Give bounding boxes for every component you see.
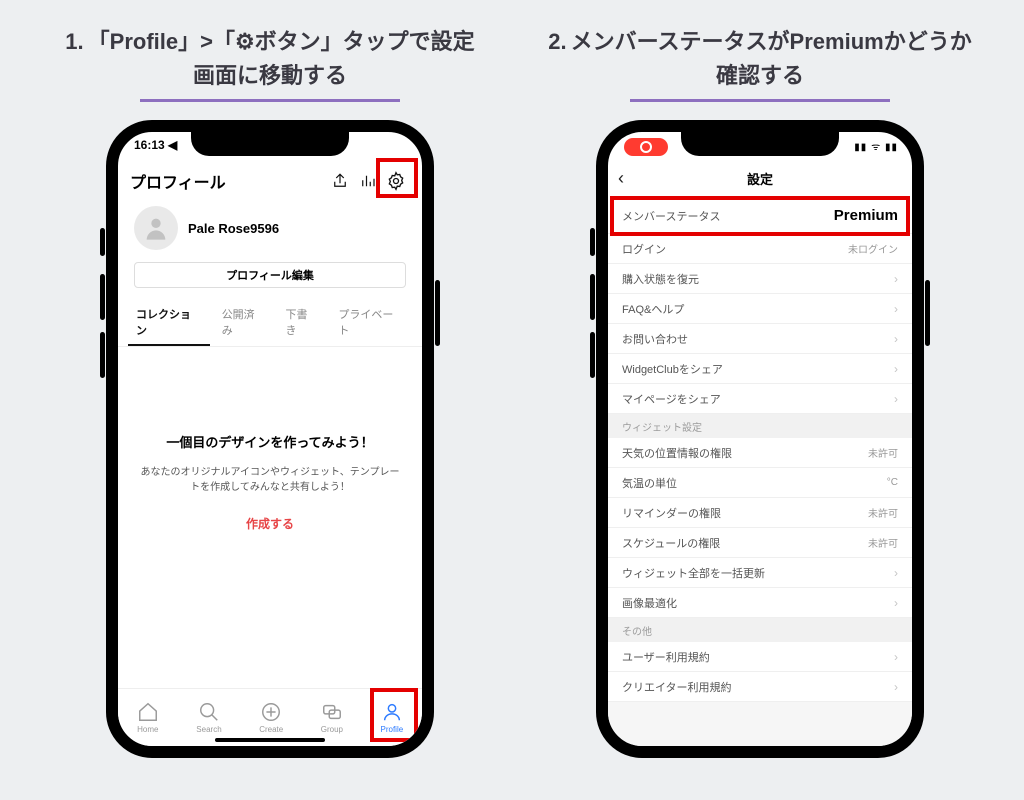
phone2-side-voldown bbox=[590, 332, 595, 378]
tabbar-create[interactable]: Create bbox=[259, 701, 283, 734]
step1-text: 「Profile」>「⚙︎ボタン」タップで設定画面に移動する bbox=[88, 29, 475, 88]
phone1-status-time: 16:13 ◀ bbox=[134, 138, 177, 152]
temp-unit-value: °C bbox=[887, 477, 898, 488]
step1-caption: 1.「Profile」>「⚙︎ボタン」タップで設定画面に移動する bbox=[55, 25, 485, 93]
row-share-wc[interactable]: WidgetClubをシェア › bbox=[608, 354, 912, 384]
weather-loc-label: 天気の位置情報の権限 bbox=[622, 445, 868, 461]
image-opt-label: 画像最適化 bbox=[622, 595, 888, 611]
row-refresh-all[interactable]: ウィジェット全部を一括更新 › bbox=[608, 558, 912, 588]
schedule-label: スケジュールの権限 bbox=[622, 535, 868, 551]
tabbar-home[interactable]: Home bbox=[137, 701, 159, 734]
highlight-profile-tab bbox=[370, 688, 418, 742]
row-creator-terms[interactable]: クリエイター利用規約 › bbox=[608, 672, 912, 702]
row-login[interactable]: ログイン 未ログイン bbox=[608, 234, 912, 264]
step2-underline bbox=[630, 99, 890, 102]
create-button[interactable]: 作成する bbox=[138, 515, 402, 532]
chevron-right-icon: › bbox=[894, 272, 898, 286]
step2-text: メンバーステータスがPremiumかどうか確認する bbox=[571, 29, 972, 88]
recording-indicator bbox=[624, 138, 668, 156]
phone1-side-voldown bbox=[100, 332, 105, 378]
chevron-right-icon: › bbox=[894, 680, 898, 694]
row-contact[interactable]: お問い合わせ › bbox=[608, 324, 912, 354]
row-user-terms[interactable]: ユーザー利用規約 › bbox=[608, 642, 912, 672]
tabbar-create-label: Create bbox=[259, 725, 283, 734]
login-label: ログイン bbox=[622, 241, 848, 257]
phone2-notch bbox=[681, 130, 839, 156]
row-reminder[interactable]: リマインダーの権限 未許可 bbox=[608, 498, 912, 528]
highlight-gear bbox=[376, 158, 418, 198]
phone1-frame: 16:13 ◀ プロフィール Pale Rose9596 プロ bbox=[106, 120, 434, 758]
phone1-side-power bbox=[435, 280, 440, 346]
phone1-home-indicator bbox=[215, 738, 325, 742]
username: Pale Rose9596 bbox=[188, 221, 279, 236]
phone2-side-power bbox=[925, 280, 930, 346]
share-wc-label: WidgetClubをシェア bbox=[622, 361, 888, 377]
reminder-value: 未許可 bbox=[868, 505, 898, 520]
refresh-all-label: ウィジェット全部を一括更新 bbox=[622, 565, 888, 581]
phone1-user-row: Pale Rose9596 bbox=[118, 206, 422, 250]
user-terms-label: ユーザー利用規約 bbox=[622, 649, 888, 665]
phone1-title: プロフィール bbox=[130, 169, 326, 193]
tab-collection[interactable]: コレクション bbox=[128, 300, 210, 346]
row-restore[interactable]: 購入状態を復元 › bbox=[608, 264, 912, 294]
phone1-notch bbox=[191, 130, 349, 156]
tabbar-search-label: Search bbox=[196, 725, 221, 734]
phone2-title: 設定 bbox=[747, 169, 773, 188]
chevron-right-icon: › bbox=[894, 362, 898, 376]
share-icon[interactable] bbox=[326, 167, 354, 195]
section-other: その他 bbox=[608, 618, 912, 642]
highlight-member-status bbox=[610, 196, 910, 236]
phone2-side-volup bbox=[590, 274, 595, 320]
settings-list[interactable]: メンバーステータス Premium ログイン 未ログイン 購入状態を復元 › F… bbox=[608, 198, 912, 746]
contact-label: お問い合わせ bbox=[622, 331, 888, 347]
login-value: 未ログイン bbox=[848, 241, 898, 256]
row-schedule[interactable]: スケジュールの権限 未許可 bbox=[608, 528, 912, 558]
phone1-empty-state: 一個目のデザインを作ってみよう！ あなたのオリジナルアイコンやウィジェット、テン… bbox=[118, 432, 422, 532]
phone1-tabs: コレクション 公開済み 下書き プライベート bbox=[118, 300, 422, 347]
chevron-right-icon: › bbox=[894, 392, 898, 406]
back-icon[interactable]: ‹ bbox=[618, 168, 624, 189]
edit-profile-button[interactable]: プロフィール編集 bbox=[134, 262, 406, 288]
step2-caption: 2.メンバーステータスがPremiumかどうか確認する bbox=[545, 25, 975, 93]
chevron-right-icon: › bbox=[894, 566, 898, 580]
phone1-side-volup bbox=[100, 274, 105, 320]
row-faq[interactable]: FAQ&ヘルプ › bbox=[608, 294, 912, 324]
restore-label: 購入状態を復元 bbox=[622, 271, 888, 287]
tab-private[interactable]: プライベート bbox=[330, 300, 412, 346]
schedule-value: 未許可 bbox=[868, 535, 898, 550]
chevron-right-icon: › bbox=[894, 596, 898, 610]
weather-loc-value: 未許可 bbox=[868, 445, 898, 460]
tabbar-group-label: Group bbox=[321, 725, 343, 734]
empty-sub: あなたのオリジナルアイコンやウィジェット、テンプレートを作成してみんなと共有しよ… bbox=[138, 465, 402, 495]
phone2-side-mute bbox=[590, 228, 595, 256]
tabbar-home-label: Home bbox=[137, 725, 158, 734]
tabbar-group[interactable]: Group bbox=[321, 701, 343, 734]
temp-unit-label: 気温の単位 bbox=[622, 475, 887, 491]
chevron-right-icon: › bbox=[894, 302, 898, 316]
step1-num: 1. bbox=[65, 29, 83, 54]
chevron-right-icon: › bbox=[894, 332, 898, 346]
step2-num: 2. bbox=[548, 29, 566, 54]
phone1-side-mute bbox=[100, 228, 105, 256]
share-mypage-label: マイページをシェア bbox=[622, 391, 888, 407]
row-weather-loc[interactable]: 天気の位置情報の権限 未許可 bbox=[608, 438, 912, 468]
section-widget: ウィジェット設定 bbox=[608, 414, 912, 438]
row-temp-unit[interactable]: 気温の単位 °C bbox=[608, 468, 912, 498]
tab-published[interactable]: 公開済み bbox=[214, 300, 274, 346]
tab-draft[interactable]: 下書き bbox=[277, 300, 326, 346]
faq-label: FAQ&ヘルプ bbox=[622, 301, 888, 317]
phone2-frame: ▮▮ ᯤ ▮▮ ‹ 設定 メンバーステータス Premium ログイン 未ログイ… bbox=[596, 120, 924, 758]
tabbar-search[interactable]: Search bbox=[196, 701, 221, 734]
empty-heading: 一個目のデザインを作ってみよう！ bbox=[138, 432, 402, 451]
phone2-header: ‹ 設定 bbox=[608, 162, 912, 194]
avatar[interactable] bbox=[134, 206, 178, 250]
step1-underline bbox=[140, 99, 400, 102]
row-share-mypage[interactable]: マイページをシェア › bbox=[608, 384, 912, 414]
reminder-label: リマインダーの権限 bbox=[622, 505, 868, 521]
row-image-opt[interactable]: 画像最適化 › bbox=[608, 588, 912, 618]
phone2-status-icons: ▮▮ ᯤ ▮▮ bbox=[854, 139, 898, 153]
creator-terms-label: クリエイター利用規約 bbox=[622, 679, 888, 695]
chevron-right-icon: › bbox=[894, 650, 898, 664]
